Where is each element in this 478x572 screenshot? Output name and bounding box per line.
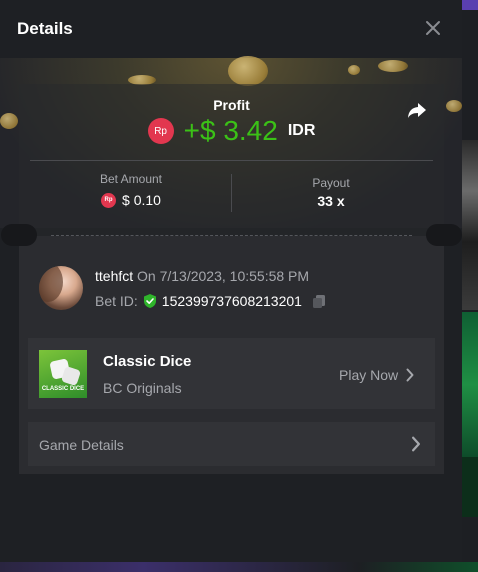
bet-id-label: Bet ID:: [95, 293, 138, 309]
background-strip: [0, 562, 478, 572]
currency-badge: Rp: [101, 192, 117, 208]
shield-check-icon: [143, 294, 156, 308]
coin-decoration: [446, 100, 462, 112]
coin-decoration: [228, 56, 268, 86]
divider: [30, 160, 433, 161]
game-provider: BC Originals: [103, 380, 182, 396]
play-now-button[interactable]: Play Now: [339, 367, 414, 383]
thumbnail-label: CLASSIC DICE: [41, 386, 85, 392]
bet-amount-value-row: Rp $ 0.10: [19, 192, 243, 208]
payout-value: 33 x: [317, 193, 345, 209]
username[interactable]: ttehfct: [95, 268, 133, 284]
bet-card: Profit Rp +$ 3.42 IDR Bet Amount Rp $ 0.…: [1, 84, 462, 474]
currency-badge: Rp: [147, 118, 174, 144]
bet-id-value: 152399737608213201: [161, 293, 302, 309]
bet-timestamp: On 7/13/2023, 10:55:58 PM: [137, 268, 310, 284]
ticket-notch: [1, 224, 37, 246]
bet-id-line: Bet ID: 152399737608213201: [95, 293, 327, 309]
background-game-tile: [462, 457, 478, 517]
game-details-label: Game Details: [39, 437, 124, 453]
game-details-row[interactable]: Game Details: [28, 422, 435, 466]
bet-amount-value: $ 0.10: [122, 192, 161, 208]
avatar[interactable]: [39, 266, 83, 310]
close-icon[interactable]: [423, 18, 443, 38]
ticket-notch: [426, 224, 462, 246]
modal-header: Details: [0, 0, 462, 58]
copy-icon[interactable]: [311, 293, 327, 309]
coin-decoration: [0, 113, 18, 129]
background-image: [462, 140, 478, 310]
share-icon[interactable]: [405, 98, 429, 122]
background-game-tile: [462, 312, 478, 457]
user-line: ttehfct On 7/13/2023, 10:55:58 PM: [95, 268, 309, 284]
bet-details-modal: Details Profit Rp +$ 3.42 IDR Bet Amount…: [0, 0, 462, 562]
profit-row: Rp +$ 3.42 IDR: [19, 114, 444, 148]
coin-decoration: [348, 65, 360, 75]
payout-label: Payout: [312, 176, 350, 190]
profit-label: Profit: [213, 97, 250, 113]
coin-decoration: [378, 60, 408, 72]
bet-amount-label: Bet Amount: [99, 172, 163, 186]
chevron-right-icon: [406, 368, 414, 382]
profit-value: +$ 3.42: [183, 115, 278, 146]
profit-currency: IDR: [287, 122, 316, 139]
dashed-separator: [51, 235, 412, 236]
game-thumbnail[interactable]: CLASSIC DICE: [39, 350, 87, 398]
modal-title: Details: [17, 19, 73, 38]
chevron-right-icon: [412, 436, 421, 452]
background-banner: [462, 0, 478, 10]
game-row[interactable]: CLASSIC DICE Classic Dice BC Originals P…: [28, 338, 435, 409]
dice-icon: [60, 365, 82, 387]
play-now-label: Play Now: [339, 367, 399, 383]
game-title[interactable]: Classic Dice: [103, 353, 191, 370]
